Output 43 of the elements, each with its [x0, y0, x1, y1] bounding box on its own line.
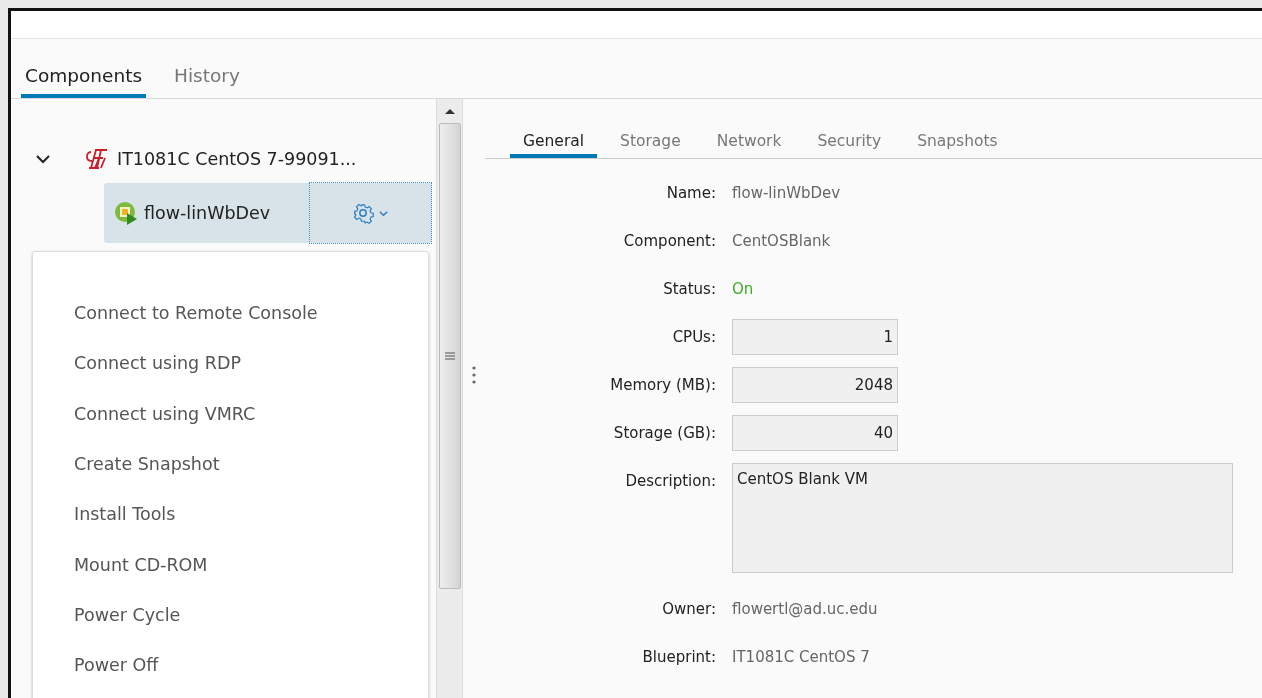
actions-button[interactable] [309, 182, 432, 244]
splitter-handle-icon[interactable] [472, 366, 476, 384]
menu-item[interactable]: Connect to Remote Console [33, 288, 428, 339]
tree-item-label[interactable]: IT1081C CentOS 7-99091... [117, 149, 357, 169]
scroll-up-icon[interactable] [443, 107, 456, 115]
tab[interactable]: General [510, 132, 598, 158]
tab[interactable]: History [170, 65, 244, 98]
menu-item[interactable]: Create Snapshot [33, 438, 428, 490]
input-field[interactable]: 1 [732, 319, 898, 355]
menu-item[interactable]: Install Tools [33, 489, 428, 540]
field-label: Blueprint: [641, 647, 716, 668]
input-field[interactable]: 2048 [732, 367, 898, 403]
tab[interactable]: Security [804, 132, 895, 158]
field-label: Status: [662, 279, 716, 300]
menu-item[interactable]: Power Cycle [33, 589, 428, 641]
field-label: Memory (MB): [609, 375, 716, 396]
vm-icon [114, 201, 138, 225]
status-value: On [732, 280, 755, 298]
menu-item[interactable]: Connect using VMRC [33, 388, 428, 439]
field-value: flowertl@ad.uc.edu [732, 600, 879, 618]
input-field[interactable]: 40 [732, 415, 898, 451]
tab[interactable]: Components [21, 65, 147, 98]
grip-icon [443, 350, 456, 362]
field-label: Storage (GB): [612, 423, 716, 444]
tree-item[interactable]: flow-linWbDev [104, 183, 432, 243]
field-label: CPUs: [671, 327, 716, 348]
field-label: Description: [624, 471, 716, 492]
menu-item[interactable]: Connect using RDP [33, 338, 428, 389]
settings-icon [352, 202, 374, 224]
scrollbar[interactable] [436, 99, 462, 698]
field-value: IT1081C CentOS 7 [732, 648, 871, 666]
field-value: CentOSBlank [732, 232, 832, 250]
menu-item[interactable]: Mount CD-ROM [33, 539, 428, 590]
tab[interactable]: Network [703, 132, 795, 158]
scrollbar-thumb[interactable] [438, 123, 461, 589]
description-field[interactable]: CentOS Blank VM [732, 463, 1233, 573]
field-label: Component: [622, 231, 716, 252]
field-label: Owner: [661, 599, 716, 620]
tab[interactable]: Snapshots [904, 132, 1011, 158]
field-label: Name: [665, 183, 716, 204]
menu-item[interactable]: Power Off [33, 640, 428, 691]
field-value: flow-linWbDev [732, 184, 842, 202]
tab[interactable]: Storage [607, 132, 694, 158]
